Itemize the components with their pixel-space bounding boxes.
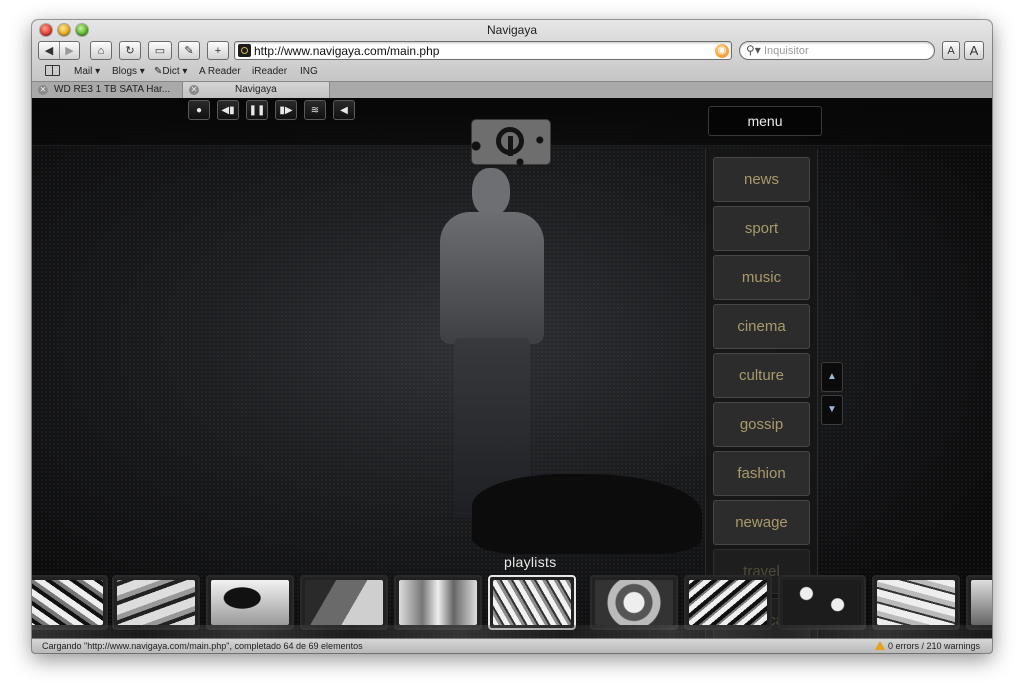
tab-wd-re3[interactable]: ✕ WD RE3 1 TB SATA Har...	[32, 82, 183, 98]
playlist-thumb-partial[interactable]	[966, 575, 992, 630]
previous-icon: ◀▮	[221, 104, 235, 116]
site-favicon-icon	[238, 44, 251, 57]
bookmark-areader[interactable]: A Reader	[199, 66, 241, 77]
status-bar: Cargando "http://www.navigaya.com/main.p…	[32, 638, 992, 653]
playlist-thumb-mixer[interactable]	[488, 575, 576, 630]
menu-item-fashion[interactable]: fashion	[713, 451, 810, 496]
home-button[interactable]: ⌂	[90, 41, 112, 60]
text-smaller-button[interactable]: A	[942, 41, 960, 60]
menu-item-news[interactable]: news	[713, 157, 810, 202]
browser-chrome: Navigaya ◀ ▶ ⌂ ↻ ▭ ✎ + http://www.naviga…	[32, 20, 992, 98]
menu-scroll-up-button[interactable]: ▲	[821, 362, 843, 392]
volume-icon: ◀	[340, 104, 348, 116]
edit-button[interactable]: ✎	[178, 41, 200, 60]
add-bookmark-button[interactable]: +	[207, 41, 229, 60]
carousel-reflection	[32, 625, 992, 638]
reload-icon: ↻	[125, 45, 135, 57]
text-bigger-label: A	[969, 43, 979, 58]
broadcast-icon: ≋	[310, 104, 320, 116]
menu-item-sport[interactable]: sport	[713, 206, 810, 251]
navigaya-logo[interactable]	[454, 120, 564, 166]
playlist-thumb-umbrella[interactable]	[206, 575, 294, 630]
forward-arrow-icon: ▶	[65, 45, 74, 57]
rss-feed-icon[interactable]: ◉	[715, 44, 729, 58]
browser-window: Navigaya ◀ ▶ ⌂ ↻ ▭ ✎ + http://www.naviga…	[32, 20, 992, 653]
next-button[interactable]: ▮▶	[275, 100, 297, 120]
window-title: Navigaya	[486, 23, 538, 37]
scroll-down-icon: ▼	[827, 404, 837, 415]
bookmark-ireader[interactable]: iReader	[252, 66, 287, 77]
forward-button[interactable]: ▶	[59, 42, 79, 59]
tab-label: Navigaya	[235, 84, 277, 95]
bookmarks-bar: Mail ▾ Blogs ▾ ✎Dict ▾ A Reader iReader …	[32, 64, 992, 80]
title-bar: Navigaya	[32, 20, 992, 40]
back-button[interactable]: ◀	[39, 42, 59, 59]
menu-item-newage[interactable]: newage	[713, 500, 810, 545]
bookmark-mail[interactable]: Mail ▾	[74, 66, 100, 77]
playlist-thumb-keys[interactable]	[778, 575, 866, 630]
previous-button[interactable]: ◀▮	[217, 100, 239, 120]
background-dog-image	[472, 474, 702, 554]
scroll-up-icon: ▲	[827, 371, 837, 382]
close-tab-icon[interactable]: ✕	[38, 85, 48, 95]
broadcast-button[interactable]: ≋	[304, 100, 326, 120]
playlist-thumb-calendar[interactable]	[872, 575, 960, 630]
record-icon: ●	[195, 104, 203, 116]
playlist-thumb-newspaper[interactable]	[32, 575, 108, 630]
playlists-label: playlists	[504, 554, 557, 570]
address-text: http://www.navigaya.com/main.php	[254, 44, 440, 58]
reload-button[interactable]: ↻	[119, 41, 141, 60]
snapshot-button[interactable]: ▭	[148, 41, 172, 60]
loading-status: Cargando "http://www.navigaya.com/main.p…	[42, 641, 363, 651]
bookmarks-book-icon[interactable]	[45, 65, 60, 76]
menu-item-music[interactable]: music	[713, 255, 810, 300]
home-icon: ⌂	[97, 44, 105, 57]
error-status[interactable]: 0 errors / 210 warnings	[874, 641, 980, 651]
pause-icon: ❚❚	[248, 104, 266, 116]
bookmark-blogs[interactable]: Blogs ▾	[112, 66, 145, 77]
volume-button[interactable]: ◀	[333, 100, 355, 120]
search-input[interactable]	[764, 43, 924, 58]
tab-bar: ✕ WD RE3 1 TB SATA Har... ✕ Navigaya	[32, 81, 992, 98]
playlist-thumb-money[interactable]	[112, 575, 200, 630]
search-field[interactable]: ⚲▾	[739, 41, 935, 60]
back-arrow-icon: ◀	[44, 45, 54, 57]
pause-button[interactable]: ❚❚	[246, 100, 268, 120]
next-icon: ▮▶	[279, 104, 293, 116]
address-bar[interactable]: http://www.navigaya.com/main.php	[234, 41, 732, 60]
error-count: 0 errors / 210 warnings	[887, 641, 980, 651]
playlist-thumb-info[interactable]	[300, 575, 388, 630]
playlist-thumb-people[interactable]	[394, 575, 482, 630]
search-icon: ⚲▾	[746, 43, 761, 57]
menu-scroll-down-button[interactable]: ▼	[821, 395, 843, 425]
tab-navigaya[interactable]: ✕ Navigaya	[183, 82, 330, 98]
bookmark-dict[interactable]: ✎Dict ▾	[154, 66, 187, 77]
close-tab-icon[interactable]: ✕	[189, 85, 199, 95]
bookmark-ing[interactable]: ING	[300, 66, 318, 77]
playlist-thumb-books[interactable]	[684, 575, 772, 630]
back-forward-buttons: ◀ ▶	[38, 41, 80, 60]
menu-button[interactable]: menu	[708, 106, 822, 136]
player-controls: ● ◀▮ ❚❚ ▮▶ ≋ ◀	[188, 100, 355, 120]
warning-icon	[874, 641, 885, 650]
playlist-thumb-gears[interactable]	[590, 575, 678, 630]
pencil-icon: ✎	[184, 45, 194, 57]
tab-label: WD RE3 1 TB SATA Har...	[54, 84, 171, 95]
page-content: ● ◀▮ ❚❚ ▮▶ ≋ ◀ menu news sport music cin…	[32, 98, 992, 638]
menu-item-cinema[interactable]: cinema	[713, 304, 810, 349]
record-button[interactable]: ●	[188, 100, 210, 120]
text-smaller-label: A	[947, 44, 955, 57]
menu-item-gossip[interactable]: gossip	[713, 402, 810, 447]
plus-icon: +	[214, 44, 222, 57]
text-bigger-button[interactable]: A	[964, 41, 984, 60]
power-logo-icon	[496, 127, 524, 156]
image-icon: ▭	[154, 45, 166, 57]
menu-item-culture[interactable]: culture	[713, 353, 810, 398]
